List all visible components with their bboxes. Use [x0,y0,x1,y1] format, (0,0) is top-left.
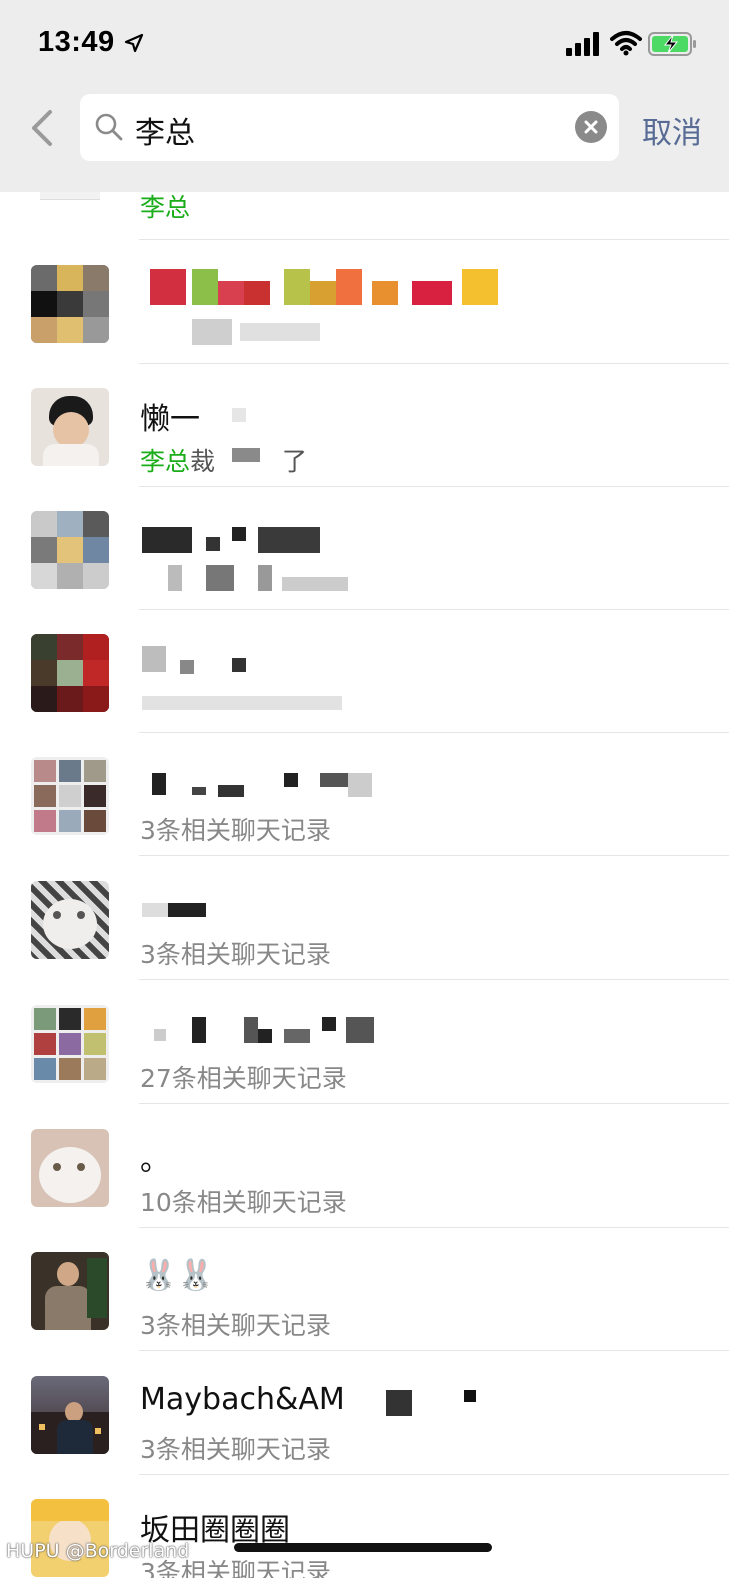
cancel-button[interactable]: 取消 [642,108,702,152]
search-icon [95,113,123,141]
battery-charging-icon [648,32,696,56]
list-item-subtitle: 27条相关聊天记录 [140,1064,347,1093]
list-item-name: Maybach&AM [140,1382,345,1417]
list-item-subtitle: 3条相关聊天记录 [140,816,331,845]
status-bar: 13:49 [0,24,729,64]
clear-search-icon[interactable] [575,111,607,143]
list-item[interactable]: 3条相关聊天记录 [0,857,729,980]
avatar [31,265,109,343]
list-item[interactable] [0,610,729,733]
wifi-icon [610,31,642,56]
list-item[interactable] [0,241,729,364]
search-query-text[interactable]: 李总 [135,108,195,152]
list-item[interactable] [0,487,729,610]
list-item-subtitle: 10条相关聊天记录 [140,1188,347,1217]
subtitle-highlight: 李总 [140,447,191,476]
cellular-signal-icon [566,32,599,56]
avatar [31,1252,109,1330]
list-item-name: 。 [140,1143,170,1178]
list-item[interactable]: 坂田圈圈圈 3条相关聊天记录 [0,1475,729,1578]
avatar [31,757,109,835]
back-chevron-icon[interactable] [24,108,58,148]
subtitle-text: 裁 [190,447,216,476]
avatar [31,388,109,466]
list-item-name: 懒一 [140,402,200,437]
top-bar: 13:49 李总 取消 [0,0,729,192]
avatar [31,881,109,959]
list-item[interactable]: 27条相关聊天记录 [0,981,729,1104]
subtitle-tail: 了 [282,447,308,476]
list-item-subtitle: 李总裁 [140,442,215,478]
avatar [31,1129,109,1207]
list-item[interactable]: 。 10条相关聊天记录 [0,1105,729,1228]
watermark: HUPU @Borderland [6,1540,190,1562]
list-item[interactable]: Maybach&AM 3条相关聊天记录 [0,1352,729,1475]
list-item-name: 🐰🐰 [140,1258,215,1293]
list-item-subtitle: 3条相关聊天记录 [140,1311,331,1340]
list-item-subtitle: 3条相关聊天记录 [140,1435,331,1464]
list-item-subtitle: 3条相关聊天记录 [140,940,331,969]
location-arrow-icon [124,33,144,53]
list-item-partial[interactable]: 李总 [0,188,729,240]
avatar [31,1499,109,1577]
avatar [31,634,109,712]
search-input[interactable]: 李总 [80,94,619,161]
list-item[interactable]: 🐰🐰 3条相关聊天记录 [0,1228,729,1351]
list-item[interactable]: 3条相关聊天记录 [0,733,729,856]
home-indicator[interactable] [234,1543,492,1552]
list-item[interactable]: 懒一 李总裁 了 [0,364,729,487]
avatar [31,1005,109,1083]
list-item-subtitle: 李总 [140,193,191,222]
avatar [31,1376,109,1454]
avatar [31,511,109,589]
status-time: 13:49 [38,26,115,58]
